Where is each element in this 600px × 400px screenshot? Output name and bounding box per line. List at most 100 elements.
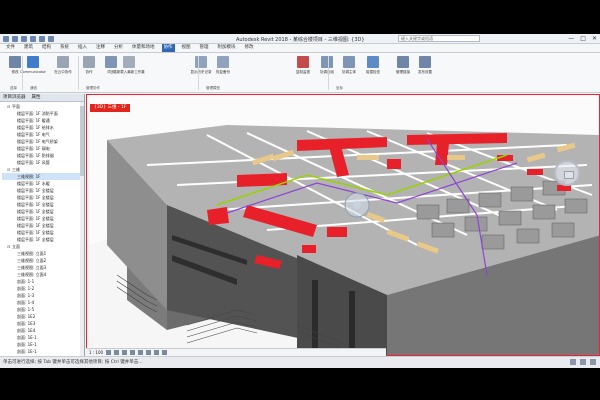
tab-1[interactable]: 建筑 <box>22 44 35 52</box>
tree-node[interactable]: 楼层平面: 1F 暖通 <box>2 117 82 124</box>
tree-node[interactable]: 三维视图: 立面4 <box>2 271 82 278</box>
tree-node[interactable]: 剖面: 1E-1 <box>2 334 82 341</box>
tree-node[interactable]: 楼层平面: 1F 全楼层 <box>2 215 82 222</box>
tree-node[interactable]: 三维视图: 立面2 <box>2 257 82 264</box>
shadows-icon[interactable] <box>130 350 136 355</box>
scrollbar-thumb[interactable] <box>80 106 84 176</box>
tab-0[interactable]: 文件 <box>4 44 17 52</box>
ribbon-button-icon <box>321 56 333 68</box>
sun-path-icon[interactable] <box>122 350 128 355</box>
tab-11[interactable]: 附加模块 <box>216 44 238 52</box>
tab-9[interactable]: 视图 <box>180 44 193 52</box>
view-cube-face[interactable] <box>564 171 574 179</box>
tree-node[interactable]: 剖面: 1-1 <box>2 278 82 285</box>
tree-node[interactable]: 剖面: 1-5 <box>2 306 82 313</box>
tree-node-label: 剖面: 1E-1 <box>17 349 37 354</box>
tree-node[interactable]: 三维视图: 立面3 <box>2 264 82 271</box>
ribbon-button-12[interactable]: 管理链接 <box>392 56 414 84</box>
tree-node[interactable]: 楼层平面: 1F 全楼层 <box>2 229 82 236</box>
tab-2[interactable]: 结构 <box>40 44 53 52</box>
tree-node[interactable]: 剖面: 1E-1 <box>2 341 82 348</box>
view-tab[interactable]: {3D} 三维 - 1F <box>90 104 131 112</box>
ribbon-button-11[interactable]: 碰撞检查 <box>362 56 384 84</box>
project-browser-tab[interactable]: 项目浏览器 <box>3 94 26 101</box>
undo-icon[interactable] <box>30 35 36 42</box>
temp-hide-icon[interactable] <box>154 350 160 355</box>
tree-node[interactable]: 楼层平面: 1F 电气桥架 <box>2 138 82 145</box>
design-options-icon[interactable] <box>580 359 586 365</box>
tab-3[interactable]: 系统 <box>58 44 71 52</box>
tree-node[interactable]: 楼层平面: 1F 全楼层 <box>2 222 82 229</box>
ribbon-button-10[interactable]: 协调主体 <box>338 56 360 84</box>
ribbon-button-1[interactable]: Communicator <box>20 56 46 84</box>
tree-node[interactable]: 剖面: 1E-1 <box>2 348 82 355</box>
tree-node[interactable]: ⊟ 立面 <box>2 243 82 250</box>
tree-node-label: 剖面: 1-2 <box>17 286 35 291</box>
tab-4[interactable]: 插入 <box>76 44 89 52</box>
tree-node[interactable]: 剖面: 1-2 <box>2 285 82 292</box>
redo-icon[interactable] <box>39 35 45 42</box>
save-icon[interactable] <box>21 35 27 42</box>
ribbon-button-5[interactable]: 重新载入最新工作集 <box>113 56 145 84</box>
worksets-icon[interactable] <box>570 359 576 365</box>
tree-node[interactable]: 楼层平面: 1F 全楼层 <box>2 208 82 215</box>
tree-node[interactable]: 楼层平面: 1F 弱电 <box>2 145 82 152</box>
tree-node[interactable]: 楼层平面: 1F 全楼层 <box>2 236 82 243</box>
tree-node[interactable]: 楼层平面: 1F 风管 <box>2 159 82 166</box>
tree-node-label: 楼层平面: 1F 全楼层 <box>17 195 54 200</box>
tree-node-label: 楼层平面: 1F 弱电 <box>17 146 50 151</box>
tree-node[interactable]: 楼层平面: 1F 全楼层 <box>2 187 82 194</box>
ribbon-button-7[interactable]: 恢复备份 <box>212 56 234 84</box>
tree-node[interactable]: 剖面: 1E4 <box>2 327 82 334</box>
ribbon-button-9[interactable]: 协调查阅 <box>316 56 338 84</box>
ribbon-button-3[interactable]: 协作 <box>78 56 100 84</box>
tree-node[interactable]: 三维视图: 立面1 <box>2 250 82 257</box>
app-menu-icon[interactable] <box>3 35 9 42</box>
ribbon-button-2[interactable]: 在云中协作 <box>52 56 74 84</box>
ribbon-button-8[interactable]: 复制监视 <box>292 56 314 84</box>
crop-icon[interactable] <box>146 350 152 355</box>
tree-node[interactable]: 剖面: 1E3 <box>2 320 82 327</box>
3d-viewport[interactable] <box>86 94 600 356</box>
tree-node[interactable]: ⊟ 三维 <box>2 166 82 173</box>
minimize-button[interactable]: — <box>568 35 574 42</box>
view-cube[interactable] <box>554 160 580 186</box>
render-icon[interactable] <box>138 350 144 355</box>
tree-node[interactable]: 楼层平面: 1F 全楼层 <box>2 201 82 208</box>
reveal-icon[interactable] <box>162 350 168 355</box>
tab-6[interactable]: 分析 <box>112 44 125 52</box>
print-icon[interactable] <box>48 35 54 42</box>
tree-node[interactable]: ⊟ 平面 <box>2 103 82 110</box>
tab-5[interactable]: 注释 <box>94 44 107 52</box>
open-icon[interactable] <box>12 35 18 42</box>
tree-node[interactable]: 楼层平面: 1F 电气 <box>2 131 82 138</box>
properties-tab[interactable]: 属性 <box>32 94 41 101</box>
tab-7[interactable]: 体量和场地 <box>130 44 157 52</box>
tab-12[interactable]: 修改 <box>243 44 256 52</box>
close-button[interactable]: ✕ <box>592 35 597 42</box>
tab-10[interactable]: 管理 <box>198 44 211 52</box>
tab-8[interactable]: 协作 <box>161 44 175 52</box>
tree-node[interactable]: 楼层平面: 1F 全楼层 <box>2 194 82 201</box>
scale-label[interactable]: 1 : 100 <box>89 350 103 355</box>
tree-node[interactable]: 楼层平面: 1F 防排烟 <box>2 152 82 159</box>
visual-style-icon[interactable] <box>114 350 120 355</box>
filter-icon[interactable] <box>590 359 596 365</box>
ribbon-button-6[interactable]: 显示历史记录 <box>190 56 212 84</box>
panel-scrollbar[interactable] <box>80 102 84 356</box>
tree-node-label: 楼层平面: 1F 电气 <box>17 132 50 137</box>
detail-level-icon[interactable] <box>106 350 112 355</box>
tree-node[interactable]: 剖面: 1E2 <box>2 313 82 320</box>
ribbon-tabs: 文件 建筑 结构 系统 插入 注释 分析 体量和场地 协作 视图 管理 附加模块 修改 <box>0 44 600 53</box>
search-input[interactable]: 键入关键字或短语 <box>398 35 480 42</box>
quick-access-toolbar <box>3 35 54 42</box>
tree-node[interactable]: 楼层平面: 1F 水暖 <box>2 180 82 187</box>
tree-node-label: 剖面: 1E3 <box>17 321 36 326</box>
tree-node[interactable]: 剖面: 1-3 <box>2 292 82 299</box>
maximize-button[interactable]: □ <box>580 35 586 42</box>
ribbon-button-13[interactable]: 发布设置 <box>414 56 436 84</box>
tree-node[interactable]: 三维视图: 1F <box>2 173 82 180</box>
tree-node[interactable]: 楼层平面: 1F 消防平面 <box>2 110 82 117</box>
tree-node[interactable]: 剖面: 1-4 <box>2 299 82 306</box>
tree-node[interactable]: 楼层平面: 1F 给排水 <box>2 124 82 131</box>
